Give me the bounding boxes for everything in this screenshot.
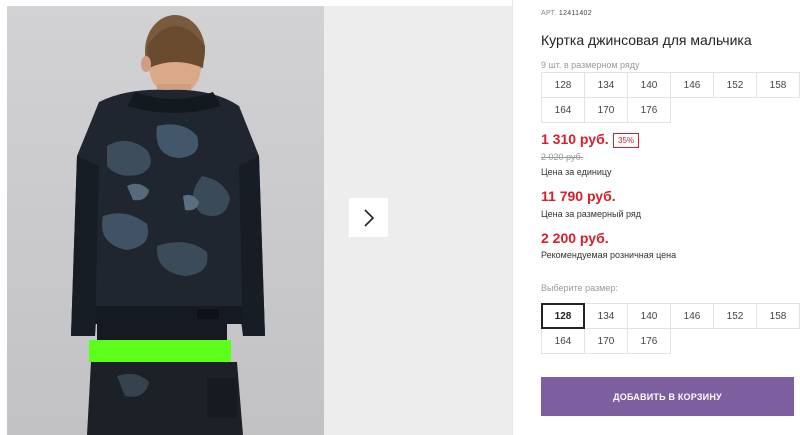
pack-size-cell: 158 <box>756 72 800 98</box>
old-price: 2 020 руб. <box>541 152 584 162</box>
size-selector: 128 134 140 146 152 158 164 170 176 <box>541 303 800 354</box>
size-option[interactable]: 134 <box>584 303 628 329</box>
pack-size-cell: 140 <box>627 72 671 98</box>
size-option[interactable]: 170 <box>584 328 628 354</box>
gallery-next-button[interactable] <box>349 198 388 237</box>
pack-size-cell: 128 <box>541 72 585 98</box>
boy-in-denim-jacket-image <box>7 6 324 435</box>
size-option[interactable]: 176 <box>627 328 671 354</box>
pack-size-cell: 170 <box>584 97 628 123</box>
unit-price: 1 310 руб. <box>541 131 609 147</box>
article-value: 12411402 <box>558 10 592 17</box>
pack-size-cell: 152 <box>713 72 757 98</box>
pack-size-cell: 164 <box>541 97 585 123</box>
pack-size-cell: 134 <box>584 72 628 98</box>
chevron-right-icon <box>363 208 374 227</box>
pack-price: 11 790 руб. <box>541 188 616 204</box>
size-option[interactable]: 152 <box>713 303 757 329</box>
size-option-selected[interactable]: 128 <box>541 303 585 329</box>
divider <box>512 0 513 435</box>
unit-price-label: Цена за единицу <box>541 167 612 177</box>
size-option[interactable]: 158 <box>756 303 800 329</box>
add-to-cart-button[interactable]: ДОБАВИТЬ В КОРЗИНУ <box>541 377 794 416</box>
size-option[interactable]: 140 <box>627 303 671 329</box>
discount-badge: 35% <box>613 133 640 148</box>
size-option[interactable]: 164 <box>541 328 585 354</box>
rrp-price-label: Рекомендуемая розничная цена <box>541 250 677 260</box>
rrp-price: 2 200 руб. <box>541 230 609 246</box>
size-option[interactable]: 146 <box>670 303 714 329</box>
pack-size-cell: 176 <box>627 97 671 123</box>
product-photo <box>7 6 324 435</box>
pack-note: 9 шт. в размерном ряду <box>541 60 640 70</box>
product-gallery <box>0 0 512 435</box>
article-label: АРТ. <box>541 10 557 17</box>
pack-price-label: Цена за размерный ряд <box>541 209 642 219</box>
article-number: АРТ. 12411402 <box>541 10 592 17</box>
product-title: Куртка джинсовая для мальчика <box>541 32 752 48</box>
size-selector-label: Выберите размер: <box>541 283 618 293</box>
pack-size-grid: 128 134 140 146 152 158 164 170 176 <box>541 72 800 123</box>
pack-size-cell: 146 <box>670 72 714 98</box>
